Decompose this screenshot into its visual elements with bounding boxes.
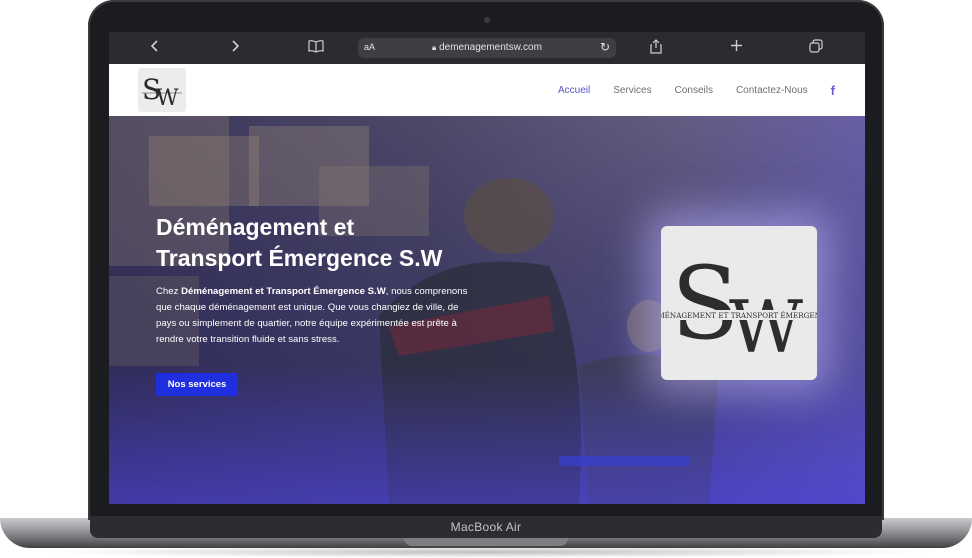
nav-item-contact[interactable]: Contactez-Nous [736,85,808,96]
plus-icon[interactable] [730,39,743,57]
laptop-notch [404,538,568,546]
chevron-right-icon[interactable] [230,39,240,58]
main-nav: Accueil Services Conseils Contactez-Nous… [558,64,835,116]
nav-item-services[interactable]: Services [613,85,651,96]
chevron-left-icon[interactable] [150,39,160,58]
site-logo[interactable]: S W [138,68,186,112]
tabs-icon[interactable] [809,39,823,58]
hero-text-prefix: Chez [156,286,182,297]
our-services-button[interactable]: Nos services [156,373,238,396]
book-icon[interactable] [308,39,324,58]
camera-icon [484,17,490,23]
svg-text:W: W [156,86,179,111]
hero-text-bold: Déménagement et Transport Émergence S.W [181,286,386,297]
nav-item-accueil[interactable]: Accueil [558,85,590,96]
logo-tagline: DÉMÉNAGEMENT ET TRANSPORT ÉMERGENCE [661,311,817,320]
nav-item-conseils[interactable]: Conseils [675,85,713,96]
share-icon[interactable] [650,39,662,59]
hero-title-line2: Transport Émergence S.W [156,245,443,271]
facebook-icon[interactable]: f [831,83,835,98]
screen: aA 🔒︎ demenagementsw.com ↻ S W Accueil S… [109,32,865,504]
url-text: 🔒︎ demenagementsw.com [358,42,616,53]
hero-section: Déménagement et Transport Émergence S.W … [109,116,865,504]
hero-logo-card: S W DÉMÉNAGEMENT ET TRANSPORT ÉMERGENCE [646,226,832,380]
hero-title: Déménagement et Transport Émergence S.W [156,212,486,274]
hero-title-line1: Déménagement et [156,214,355,240]
site-header: S W Accueil Services Conseils Contactez-… [109,64,865,116]
lock-icon: 🔒︎ [432,43,437,52]
svg-text:W: W [729,285,803,369]
url-value: demenagementsw.com [439,42,542,53]
address-bar[interactable]: aA 🔒︎ demenagementsw.com ↻ [358,38,616,58]
reload-icon[interactable]: ↻ [600,40,610,54]
browser-toolbar: aA 🔒︎ demenagementsw.com ↻ [109,32,865,64]
device-label: MacBook Air [450,520,522,534]
hero-description: Chez Déménagement et Transport Émergence… [156,284,474,348]
